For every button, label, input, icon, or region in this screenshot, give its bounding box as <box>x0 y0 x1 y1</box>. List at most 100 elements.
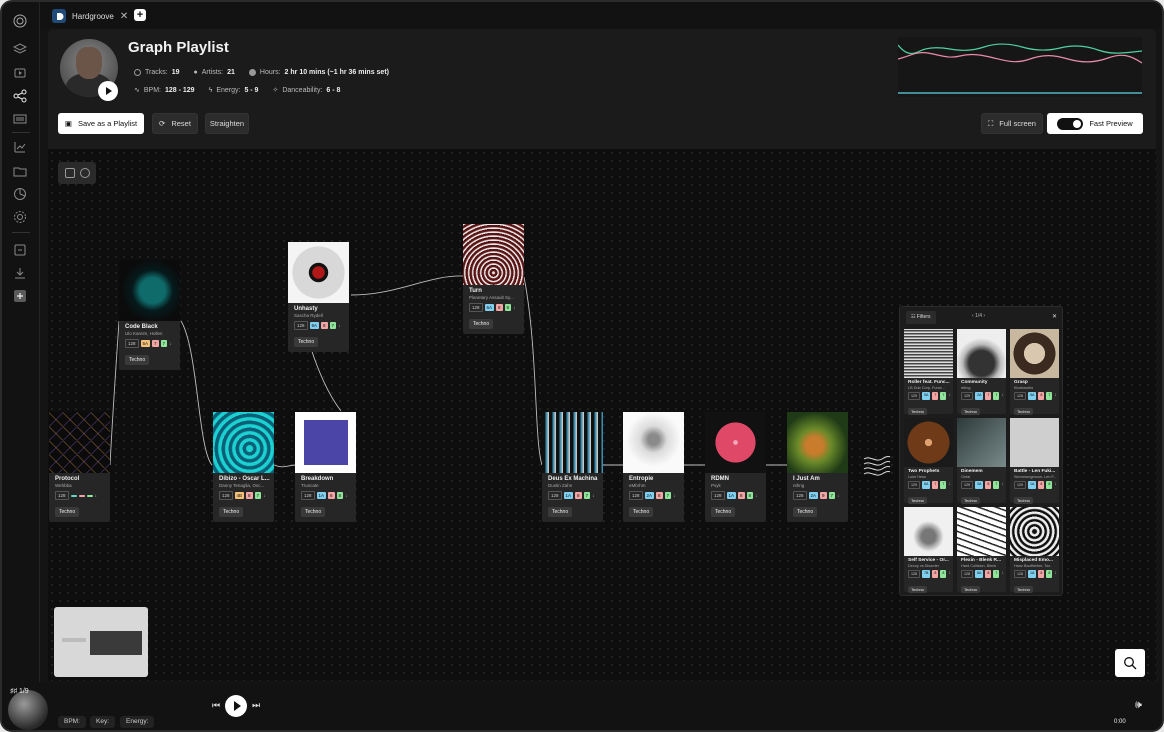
energy-pill: Energy: <box>120 716 155 728</box>
genre-badge: Techno <box>908 408 927 415</box>
suggestion-card[interactable]: Misplaced Emo... Hanz Bauffreiher, Too 128… <box>1010 507 1059 593</box>
track-card[interactable]: RDMN Psyk 128 1A 8 8 ↓ Techno <box>705 412 766 522</box>
info-icon[interactable]: ↓ <box>95 493 98 499</box>
energy-chip: 8 <box>738 492 745 499</box>
track-card[interactable]: Breakdown Truncate 128 1A 6 8 ↓ Techno <box>295 412 356 522</box>
info-icon[interactable]: ↓ <box>673 493 676 499</box>
suggestion-card[interactable]: Two Prophets Luke Hess 129 6A 7 7 ↓ Techno <box>904 418 953 504</box>
previous-icon[interactable]: ⏮ <box>212 700 220 711</box>
next-track-icon[interactable]: ⏭ <box>252 700 260 711</box>
track-card[interactable]: Protocol Wehbba 128 ↓ Techno <box>49 412 110 522</box>
settings-icon[interactable] <box>13 210 27 224</box>
suggestion-card[interactable]: Battle - Len Fuki... Wonmrungmoon, Len F.… <box>1010 418 1059 504</box>
add-icon[interactable] <box>13 289 27 303</box>
track-title: Deus Ex Machina <box>548 476 598 482</box>
reset-icon: ⟳ <box>159 119 166 128</box>
track-card[interactable]: Turn Planetary Assault Sy... 128 6A 8 8 ↓ Techn… <box>463 224 524 334</box>
volume-icon[interactable]: 🕪 <box>1135 699 1142 712</box>
info-icon[interactable]: ↓ <box>1001 570 1004 578</box>
tab-close-icon[interactable]: ✕ <box>120 11 128 22</box>
bpm-chip: 128 <box>125 339 139 348</box>
info-icon[interactable]: ↓ <box>345 493 348 499</box>
album-art <box>623 412 684 473</box>
info-icon[interactable]: ↓ <box>837 493 840 499</box>
suggestion-card[interactable]: Roller feat. Func... LB Dub Corp, Funct..… <box>904 329 953 415</box>
track-card[interactable]: Deus Ex Machina Dustin Zahn 128 1A 8 7 ↓ Techno <box>542 412 603 522</box>
playlist-icon[interactable] <box>13 112 27 126</box>
info-icon[interactable]: ↓ <box>755 493 758 499</box>
track-artist: Wonmrungmoon, Len F... <box>1014 475 1057 479</box>
layers-icon[interactable] <box>13 42 27 56</box>
graph-canvas[interactable]: Protocol Wehbba 128 ↓ Techno Code Black Ulo Ka… <box>48 149 1156 681</box>
genre-badge: Techno <box>908 497 927 504</box>
album-art <box>542 412 603 473</box>
play-icon[interactable] <box>98 81 118 101</box>
info-icon[interactable]: ↓ <box>948 481 951 489</box>
track-meta: 128 1A 8 8 ↓ <box>705 488 766 500</box>
app-logo-icon[interactable] <box>13 14 27 28</box>
suggestion-card[interactable]: Dinemem Ontal 129 3A 8 7 ↓ Techno <box>957 418 1006 504</box>
info-icon[interactable]: ↓ <box>338 323 341 329</box>
info-icon[interactable]: ↓ <box>169 341 172 347</box>
info-icon[interactable]: ↓ <box>513 305 516 311</box>
info-icon[interactable]: ↓ <box>263 493 266 499</box>
new-tab-button[interactable]: + <box>134 9 146 21</box>
save-playlist-button[interactable]: ▣ Save as a Playlist <box>58 113 144 134</box>
track-card[interactable]: Entropie eMbrhm 128 2A 8 7 ↓ Techno <box>623 412 684 522</box>
track-meta: 128 2A 9 7 ↓ <box>787 488 848 500</box>
genre-badge: Techno <box>1014 408 1033 415</box>
track-card[interactable]: Unhasty Sascha Rydell 128 9A 8 7 ↓ Techno <box>288 242 349 352</box>
filters-label: Filters <box>916 314 931 320</box>
info-icon[interactable]: ↓ <box>592 493 595 499</box>
pager[interactable]: ‹ 1/4 › <box>972 313 985 319</box>
minimap-viewport[interactable] <box>90 631 142 655</box>
pie-icon[interactable] <box>13 187 27 201</box>
reset-button[interactable]: ⟳ Reset <box>152 113 198 134</box>
track-meta: 128 ↓ <box>49 488 110 500</box>
key-chip: 7B <box>922 570 931 578</box>
bpm-chip: 128 <box>469 303 483 312</box>
energy-chip: 7 <box>152 340 159 347</box>
video-icon[interactable] <box>13 66 27 80</box>
bpm-chip: 128 <box>219 491 233 500</box>
next-icon[interactable]: › <box>982 313 985 319</box>
suggestion-card[interactable]: Self Service - Or... Decoy vs Disorder 128… <box>904 507 953 593</box>
download-icon[interactable] <box>13 266 27 280</box>
info-icon[interactable]: ↓ <box>948 392 951 400</box>
minimap[interactable] <box>54 607 148 677</box>
fullscreen-button[interactable]: ⛶ Full screen <box>981 113 1043 134</box>
filters-button[interactable]: ☷ Filters <box>906 311 936 324</box>
play-button[interactable] <box>225 695 247 717</box>
fast-preview-toggle[interactable]: Fast Preview <box>1047 113 1143 134</box>
info-icon[interactable]: ↓ <box>1054 392 1057 400</box>
info-icon[interactable]: ↓ <box>1054 481 1057 489</box>
info-icon[interactable]: ↓ <box>1054 570 1057 578</box>
suggestion-card[interactable]: Community nthng 129 2A 7 7 ↓ Techno <box>957 329 1006 415</box>
track-meta: 128 9A 8 7 ↓ <box>288 318 349 330</box>
info-icon[interactable]: ↓ <box>1001 481 1004 489</box>
close-panel-icon[interactable]: ✕ <box>1052 313 1057 320</box>
genre-badge: Techno <box>55 507 80 517</box>
track-card[interactable]: I Just Am nthng 128 2A 9 7 ↓ Techno <box>787 412 848 522</box>
info-icon[interactable]: ↓ <box>1001 392 1004 400</box>
chart-icon[interactable] <box>13 140 27 154</box>
suggestion-card[interactable]: Flexin - Blenk R... Hard Collision, Blenk… <box>957 507 1006 593</box>
hours-stat: Hours: 2 hr 10 mins (~1 hr 36 mins set) <box>248 69 389 76</box>
person-icon: ● <box>193 69 198 76</box>
track-meta: 129 6A 7 7 ↓ <box>904 479 953 489</box>
suggestion-card[interactable]: Grasp Klockworks 128 5A 8 7 ↓ Techno <box>1010 329 1059 415</box>
straighten-label: Straighten <box>209 119 245 128</box>
graph-icon[interactable] <box>13 89 27 103</box>
straighten-button[interactable]: Straighten <box>205 113 249 134</box>
track-card[interactable]: Code Black Ulo Kareim, Hollen 128 5A 7 7 ↓ Tech… <box>119 260 180 370</box>
bpm-chip: 128 <box>793 491 807 500</box>
toggle-switch[interactable] <box>1057 117 1084 130</box>
search-button[interactable] <box>1115 649 1145 677</box>
tab-hardgroove[interactable]: Hardgroove ✕ <box>52 7 128 25</box>
play-icon <box>233 701 241 711</box>
folder-icon[interactable] <box>13 164 27 178</box>
info-icon[interactable]: ↓ <box>948 570 951 578</box>
more-tracks-icon[interactable] <box>862 453 892 479</box>
track-card[interactable]: Dibizo - Oscar L... Danny Tenaglia, Osc..… <box>213 412 274 522</box>
export-icon[interactable] <box>13 243 27 257</box>
